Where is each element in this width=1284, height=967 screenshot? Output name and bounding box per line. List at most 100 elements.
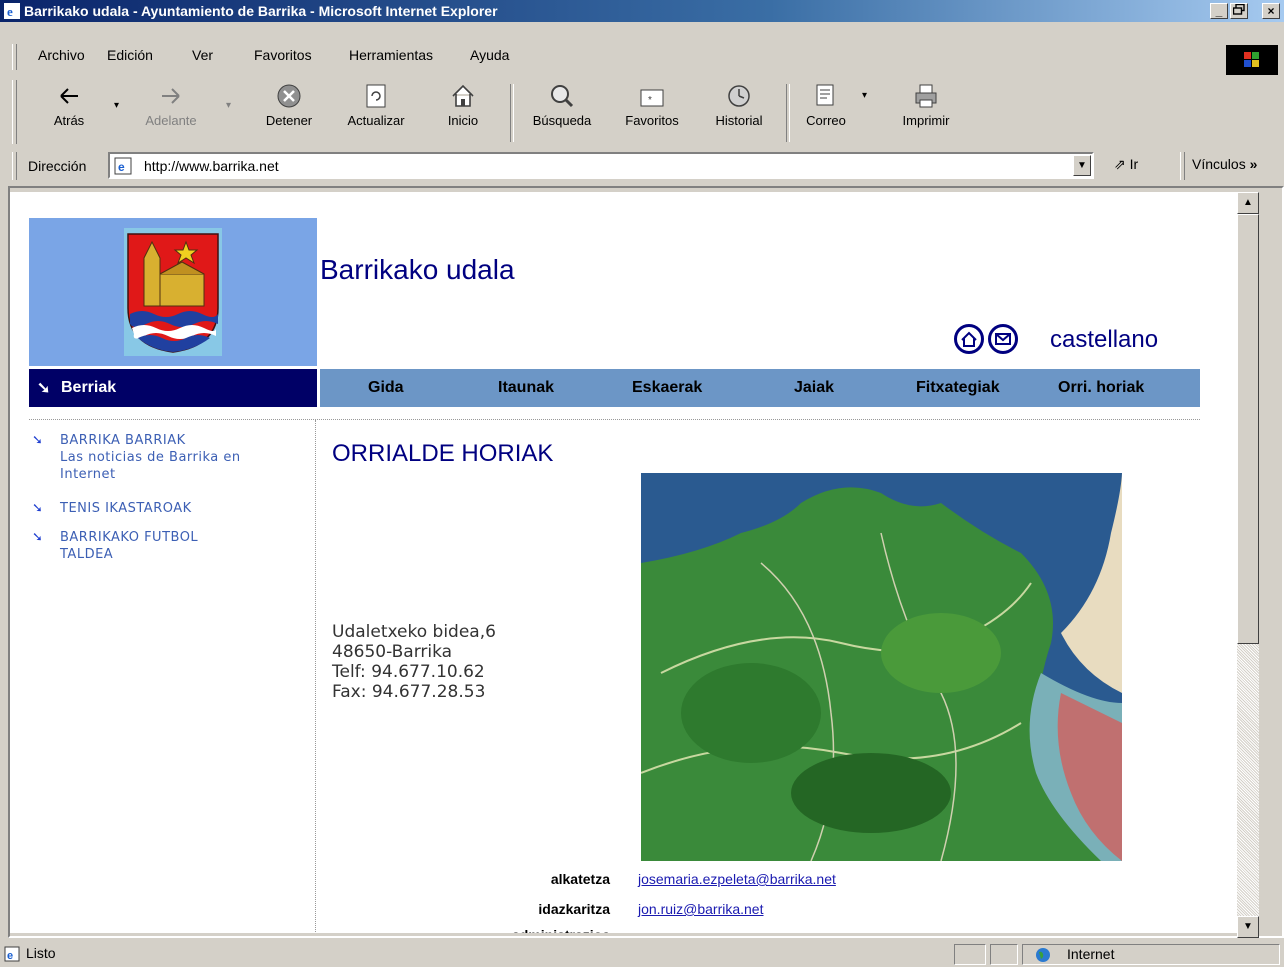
toolbar-grip[interactable] <box>12 80 17 144</box>
maximize-button[interactable] <box>1230 3 1248 19</box>
search-button[interactable]: Búsqueda <box>520 82 604 128</box>
home-circle-icon[interactable] <box>954 324 984 354</box>
go-arrow-icon: ⇗ <box>1114 156 1126 172</box>
email-link[interactable]: jon.ruiz@barrika.net <box>638 901 764 917</box>
castellano-link[interactable]: castellano <box>1050 326 1158 354</box>
vertical-scrollbar[interactable]: ▲ ▼ <box>1237 192 1259 938</box>
arrow-down-right-icon: ➘ <box>32 433 44 448</box>
search-icon <box>551 85 574 108</box>
forward-dropdown[interactable]: ▾ <box>226 100 231 111</box>
refresh-icon <box>366 84 386 108</box>
back-button[interactable]: Atrás <box>44 82 94 128</box>
site-title: Barrikako udala <box>320 254 515 285</box>
forward-arrow-icon <box>162 88 180 104</box>
nav-gida[interactable]: Gida <box>368 379 404 397</box>
status-text-pane: e Listo <box>0 944 950 965</box>
envelope-icon <box>995 333 1011 345</box>
menu-ver[interactable]: Ver <box>192 47 213 63</box>
nav-eskaerak[interactable]: Eskaerak <box>632 379 702 397</box>
house-icon <box>961 331 977 347</box>
contact-label: idazkaritza <box>538 901 610 917</box>
menu-grip[interactable] <box>12 44 17 70</box>
address-grip[interactable] <box>12 152 17 180</box>
page-icon: e <box>114 157 132 175</box>
mail-circle-icon[interactable] <box>988 324 1018 354</box>
svg-text:e: e <box>7 950 13 962</box>
menu-archivo[interactable]: Archivo <box>38 47 85 63</box>
svg-text:e: e <box>7 4 13 19</box>
scroll-down-button[interactable]: ▼ <box>1237 916 1259 938</box>
back-arrow-icon <box>60 88 78 104</box>
globe-icon <box>1036 948 1050 962</box>
favorites-button[interactable]: * Favoritos <box>612 82 692 128</box>
mail-icon <box>816 84 834 106</box>
go-button[interactable]: ⇗ Ir <box>1114 156 1138 173</box>
home-button[interactable]: Inicio <box>438 82 488 128</box>
arrow-down-right-icon: ➘ <box>37 380 51 397</box>
coat-of-arms-icon <box>124 228 222 356</box>
windows-logo <box>1226 45 1278 75</box>
refresh-button[interactable]: Actualizar <box>334 82 418 128</box>
back-dropdown[interactable]: ▾ <box>114 100 119 111</box>
news-item[interactable]: ➘ BARRIKA BARRIAK Las noticias de Barrika… <box>32 432 292 484</box>
address-label: Dirección <box>28 158 87 174</box>
svg-text:*: * <box>648 95 652 106</box>
history-icon <box>728 85 750 107</box>
nav-orri-horiak[interactable]: Orri. horiak <box>1058 379 1144 397</box>
printer-icon <box>915 84 937 108</box>
windows-flag-icon <box>1244 52 1259 67</box>
status-pane <box>954 944 986 965</box>
address-input[interactable]: e http://www.barrika.net ▼ <box>108 152 1094 179</box>
aerial-map-image <box>641 473 1122 861</box>
divider <box>29 419 1200 420</box>
ie-logo-icon: e <box>4 3 20 19</box>
favorites-folder-icon: * <box>640 89 664 107</box>
stop-button[interactable]: Detener <box>254 82 324 128</box>
page-heading: ORRIALDE HORIAK <box>332 440 554 467</box>
logo-banner <box>29 218 317 366</box>
sidebar-heading: ➘ Berriak <box>29 369 317 407</box>
links-grip[interactable] <box>1180 152 1185 180</box>
page-viewport[interactable]: Barrikako udala castellano ➘ Berriak Gid… <box>10 192 1237 933</box>
menu-ayuda[interactable]: Ayuda <box>470 47 509 63</box>
contact-label: administrazioa <box>410 927 610 933</box>
mail-button[interactable]: Correo <box>796 82 856 128</box>
window-title: Barrikako udala - Ayuntamiento de Barrik… <box>24 3 498 19</box>
window-title-bar[interactable]: e Barrikako udala - Ayuntamiento de Barr… <box>0 0 1284 22</box>
home-icon <box>452 84 474 107</box>
print-button[interactable]: Imprimir <box>886 82 966 128</box>
address-dropdown[interactable]: ▼ <box>1073 155 1091 176</box>
arrow-down-right-icon: ➘ <box>32 530 44 545</box>
forward-button[interactable]: Adelante <box>138 82 204 128</box>
news-subtitle: Las noticias de Barrika en Internet <box>60 450 241 482</box>
nav-itaunak[interactable]: Itaunak <box>498 379 554 397</box>
menu-favoritos[interactable]: Favoritos <box>254 47 312 63</box>
toolbar-separator <box>510 84 514 142</box>
contact-label: alkatetza <box>550 871 610 887</box>
zone-pane: Internet <box>1022 944 1280 965</box>
arrow-down-right-icon: ➘ <box>32 501 44 516</box>
mail-dropdown[interactable]: ▾ <box>862 90 867 101</box>
nav-jaiak[interactable]: Jaiak <box>794 379 834 397</box>
nav-fitxategiak[interactable]: Fitxategiak <box>916 379 1000 397</box>
news-item[interactable]: ➘ TENIS IKASTAROAK <box>32 500 292 518</box>
divider <box>315 420 316 933</box>
stop-icon <box>277 84 301 108</box>
main-nav: Gida Itaunak Eskaerak Jaiak Fitxategiak … <box>320 369 1200 407</box>
address-block: Udaletxeko bidea,6 48650-Barrika Telf: 9… <box>332 622 496 702</box>
history-button[interactable]: Historial <box>704 82 774 128</box>
close-button[interactable]: × <box>1262 3 1280 19</box>
page-icon: e <box>4 946 20 962</box>
menu-edicion[interactable]: Edición <box>107 47 153 63</box>
address-url: http://www.barrika.net <box>144 158 279 174</box>
links-button[interactable]: Vínculos » <box>1192 156 1257 172</box>
menu-herramientas[interactable]: Herramientas <box>349 47 433 63</box>
restore-icon <box>1232 3 1245 15</box>
news-item[interactable]: ➘ BARRIKAKO FUTBOL TALDEA <box>32 529 292 565</box>
scroll-up-button[interactable]: ▲ <box>1237 192 1259 214</box>
minimize-button[interactable]: _ <box>1210 3 1228 19</box>
email-link[interactable]: josemaria.ezpeleta@barrika.net <box>638 871 836 887</box>
status-pane <box>990 944 1018 965</box>
chevron-right-icon: » <box>1249 156 1258 172</box>
scroll-thumb[interactable] <box>1237 214 1259 644</box>
